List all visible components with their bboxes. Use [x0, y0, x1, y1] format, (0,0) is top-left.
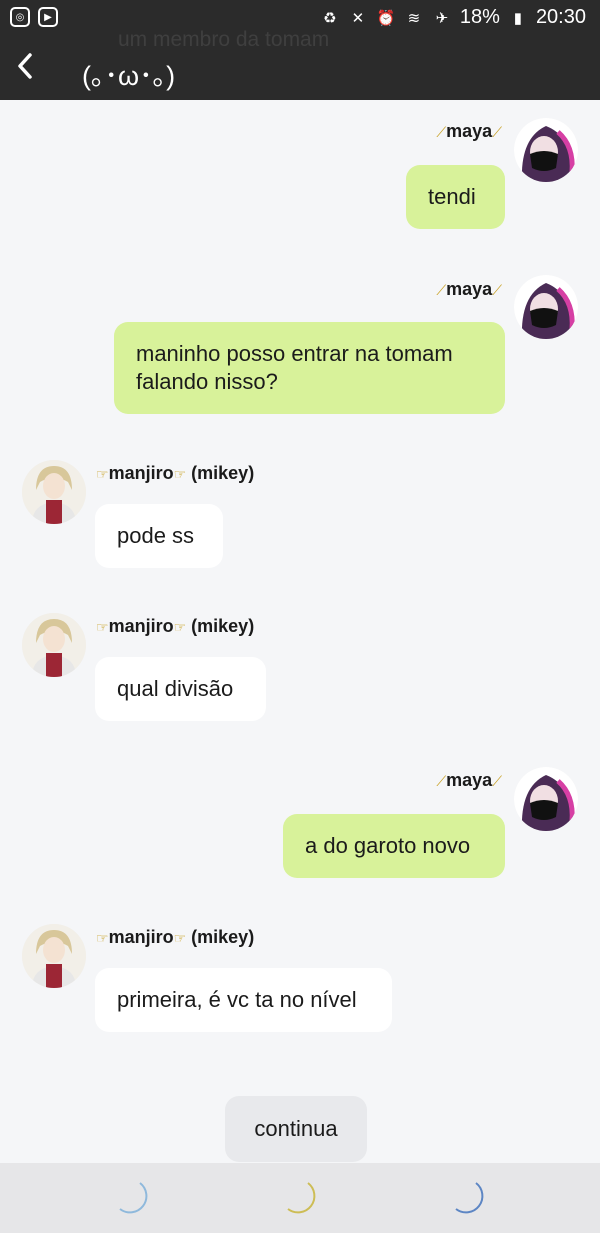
avatar-manjiro[interactable] — [22, 613, 86, 677]
header-bar: ◎ ▶ ♻ ✕ ⏰ ≋ ✈ 18% ▮ 20:30 um membro da t… — [0, 0, 600, 100]
chat-subtitle: um membro da tomam — [118, 28, 330, 51]
hand-icon: ☞ — [96, 930, 109, 946]
hand-icon: ☞ — [173, 466, 187, 482]
message-bubble[interactable]: maninho posso entrar na tomam falando ni… — [114, 322, 505, 414]
message-bubble[interactable]: a do garoto novo — [283, 814, 505, 878]
avatar-manjiro[interactable] — [22, 924, 86, 988]
back-button[interactable] — [10, 48, 40, 84]
message-bubble[interactable]: primeira, é vc ta no nível — [95, 968, 392, 1032]
author-name: ☞manjiro☞ (mikey) — [96, 463, 255, 483]
battery-percent: 18% — [459, 6, 500, 28]
hand-icon: ☞ — [96, 619, 109, 635]
avatar-image — [22, 613, 86, 677]
message-bubble[interactable]: pode ss — [95, 504, 223, 568]
message-bubble[interactable]: qual divisão — [95, 657, 266, 721]
avatar-maya[interactable] — [514, 118, 578, 182]
author-name: ☞manjiro☞ (mikey) — [96, 616, 255, 636]
cigarette-icon: ⟋ — [492, 282, 502, 298]
battery-saver-icon: ♻ — [323, 9, 337, 27]
hand-icon: ☞ — [173, 619, 187, 635]
author-name: ☞manjiro☞ (mikey) — [96, 927, 255, 947]
chevron-left-icon — [18, 53, 32, 79]
avatar-image — [22, 460, 86, 524]
play-store-icon: ▶ — [38, 7, 58, 27]
cigarette-icon: ⟋ — [436, 124, 447, 140]
cigarette-icon: ⟋ — [436, 282, 447, 298]
cigarette-icon: ⟋ — [436, 773, 447, 789]
author-name: ⟋maya⟋ — [436, 121, 502, 141]
avatar-image — [514, 118, 578, 182]
cigarette-icon: ⟋ — [492, 773, 502, 789]
avatar-image — [514, 767, 578, 831]
cigarette-icon: ⟋ — [492, 124, 502, 140]
hand-icon: ☞ — [96, 466, 109, 482]
avatar-maya[interactable] — [514, 767, 578, 831]
instagram-icon: ◎ — [10, 7, 30, 27]
hand-icon: ☞ — [173, 930, 187, 946]
bottom-nav — [0, 1163, 600, 1233]
author-name: ⟋maya⟋ — [436, 770, 502, 790]
wifi-icon: ≋ — [407, 9, 421, 27]
moon-icon-navy[interactable] — [450, 1179, 490, 1219]
chat-title: (｡･ω･｡) — [82, 61, 176, 91]
avatar-manjiro[interactable] — [22, 460, 86, 524]
alarm-icon: ⏰ — [376, 9, 396, 27]
clock: 20:30 — [535, 6, 586, 28]
avatar-maya[interactable] — [514, 275, 578, 339]
message-bubble[interactable]: tendi — [406, 165, 505, 229]
airplane-icon: ✈ — [435, 9, 449, 27]
avatar-image — [22, 924, 86, 988]
moon-icon-yellow[interactable] — [282, 1179, 322, 1219]
avatar-image — [514, 275, 578, 339]
author-name: ⟋maya⟋ — [436, 279, 502, 299]
battery-icon: ▮ — [513, 9, 523, 27]
continue-button[interactable]: continua — [225, 1096, 367, 1162]
moon-icon-blue[interactable] — [114, 1179, 154, 1219]
mute-icon: ✕ — [351, 9, 365, 27]
